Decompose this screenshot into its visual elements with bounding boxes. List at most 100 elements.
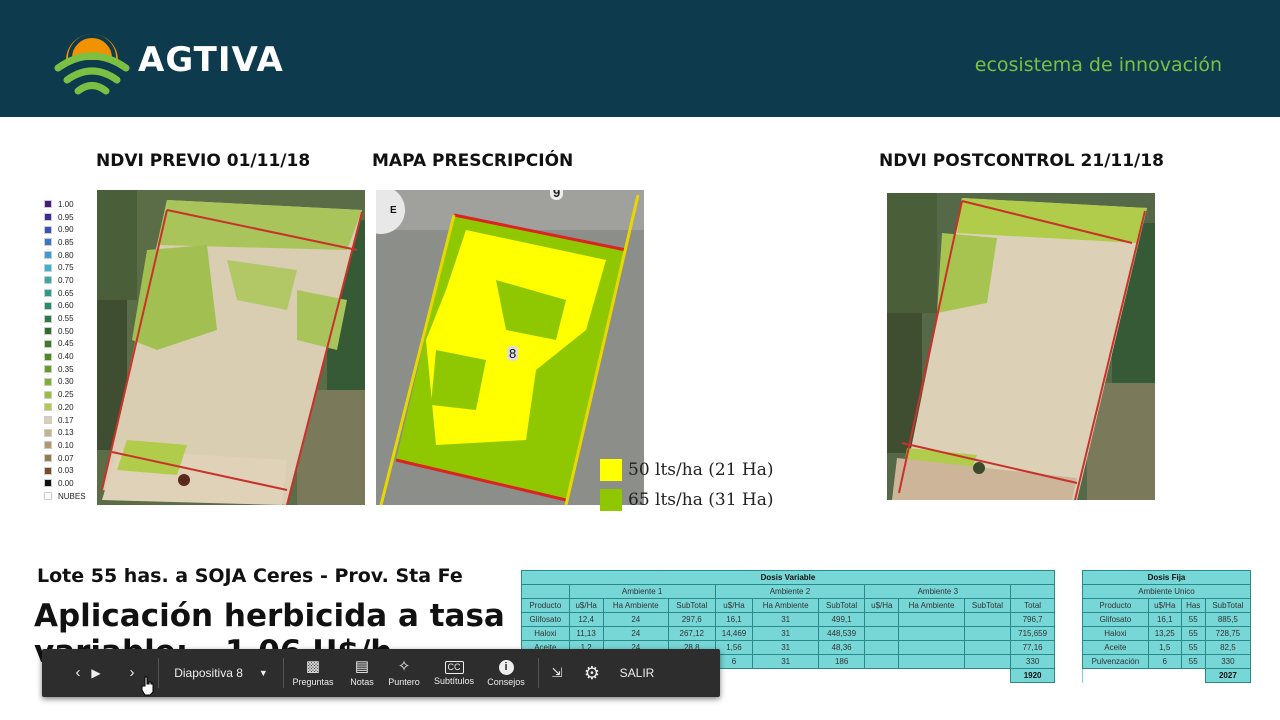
legend-label: 0.03	[58, 466, 74, 476]
table-cell	[898, 654, 965, 669]
ambiente-1-header: Ambiente 1	[568, 584, 716, 599]
brand-name: AGTIVA	[138, 40, 284, 80]
prescripcion-legend-row: 65 lts/ha (31 Ha)	[600, 485, 774, 515]
table-cell	[864, 612, 900, 627]
total-row: 2027	[1082, 668, 1252, 683]
dosis-variable-total: 1920	[1010, 668, 1055, 683]
compass-label: E	[390, 205, 397, 216]
aplicacion-title: Aplicación herbicida a tasa	[34, 598, 505, 634]
table-cell: 330	[1010, 654, 1055, 669]
table-cell: Aceite	[1082, 640, 1149, 655]
legend-item: 0.03	[44, 464, 96, 477]
table-cell: 499,1	[817, 612, 866, 627]
legend-swatch	[44, 263, 52, 272]
legend-item: 0.10	[44, 439, 96, 452]
legend-label: NUBES	[58, 491, 86, 501]
legend-swatch	[44, 441, 52, 450]
slide-select-dropdown[interactable]: Diapositiva 8 ▼	[159, 649, 283, 697]
salir-label: SALIR	[619, 666, 655, 680]
table-cell: 715,659	[1010, 626, 1055, 641]
dosis-fija-title: Dosis Fija	[1082, 570, 1251, 585]
legend-item: 0.25	[44, 388, 96, 401]
table-cell: 55	[1180, 626, 1206, 641]
preguntas-label: Preguntas	[292, 677, 334, 687]
chat-icon: ▩	[305, 658, 321, 675]
salir-button[interactable]: SALIR	[609, 649, 665, 697]
table-cell: 6	[1147, 654, 1182, 669]
column-header: Total	[1010, 598, 1055, 613]
table-row: Haloxi 11,13 24 267,12 14,469 31 448,539 715,65…	[521, 626, 1055, 641]
legend-swatch	[44, 428, 52, 437]
table-title-row: Dosis Variable	[521, 570, 1055, 585]
table-cell: 82,5	[1204, 640, 1252, 655]
table-cell	[1082, 668, 1206, 683]
table-cell: 14,469	[714, 626, 754, 641]
table-cell: 31	[752, 640, 819, 655]
notas-label: Notas	[350, 677, 374, 687]
notes-icon: ▤	[354, 658, 370, 675]
ambiente-unico-header: Ambiente Unico	[1082, 584, 1251, 599]
dosis-fija-total: 2027	[1204, 668, 1252, 683]
puntero-button[interactable]: ✧ Puntero	[382, 649, 426, 697]
table-cell	[864, 640, 900, 655]
column-header: u$/Ha	[568, 598, 604, 613]
legend-label: 0.17	[58, 415, 74, 425]
legend-label: 0.50	[58, 326, 74, 336]
legend-swatch	[44, 390, 52, 399]
legend-swatch	[44, 377, 52, 386]
legend-item: 0.55	[44, 312, 96, 325]
closed-captions-icon: CC	[444, 660, 464, 674]
dosis-fija-table: Dosis Fija Ambiente Unico Producto u$/Ha H…	[1082, 570, 1252, 683]
legend-item: 0.45	[44, 338, 96, 351]
dose-65-label: 65 lts/ha (31 Ha)	[628, 490, 774, 510]
exit-fullscreen-icon: ⇲	[551, 665, 563, 680]
ndvi-postcontrol-map	[887, 193, 1155, 500]
legend-swatch	[44, 339, 52, 348]
table-title-row: Dosis Fija	[1082, 570, 1251, 585]
consejos-button[interactable]: i Consejos	[482, 649, 530, 697]
table-cell: 6	[714, 654, 754, 669]
legend-label: 0.75	[58, 263, 74, 273]
legend-item: 0.95	[44, 211, 96, 224]
table-cell: 728,75	[1204, 626, 1252, 641]
table-cell	[864, 654, 900, 669]
exit-fullscreen-button[interactable]: ⇲	[539, 649, 575, 697]
settings-button[interactable]: ⚙	[575, 649, 609, 697]
subtitulos-button[interactable]: CC Subtítulos	[426, 649, 482, 697]
table-cell: Glifosato	[1082, 612, 1149, 627]
legend-item: 0.85	[44, 236, 96, 249]
table-cell	[898, 612, 965, 627]
legend-swatch	[44, 238, 52, 247]
legend-label: 0.60	[58, 301, 74, 311]
legend-label: 0.90	[58, 225, 74, 235]
table-cell: 448,539	[817, 626, 866, 641]
notas-button[interactable]: ▤ Notas	[342, 649, 382, 697]
prescripcion-title: MAPA PRESCRIPCIÓN	[372, 151, 574, 171]
legend-swatch	[44, 327, 52, 336]
table-cell	[963, 640, 1012, 655]
legend-item: 0.50	[44, 325, 96, 338]
table-cell: 11,13	[568, 626, 604, 641]
legend-swatch	[44, 352, 52, 361]
table-cell: 16,1	[714, 612, 754, 627]
legend-swatch	[44, 479, 52, 488]
table-cell: 1,5	[1147, 640, 1182, 655]
table-cell: 24	[602, 612, 670, 627]
legend-item: 0.07	[44, 452, 96, 465]
legend-label: 0.80	[58, 250, 74, 260]
play-icon: ▶	[91, 666, 101, 680]
legend-item: 0.80	[44, 249, 96, 262]
legend-swatch	[44, 314, 52, 323]
column-header: u$/Ha	[1147, 598, 1182, 613]
column-header: Has	[1180, 598, 1206, 613]
legend-label: 0.35	[58, 364, 74, 374]
ambiente-2-header: Ambiente 2	[714, 584, 866, 599]
column-header: Producto	[1082, 598, 1149, 613]
legend-item: 0.20	[44, 401, 96, 414]
preguntas-button[interactable]: ▩ Preguntas	[284, 649, 342, 697]
lot-label-center: 8	[507, 346, 519, 361]
dose-65-swatch	[600, 489, 622, 511]
legend-label: 0.00	[58, 478, 74, 488]
legend-swatch	[44, 225, 52, 234]
play-button[interactable]: ▶	[78, 649, 114, 697]
